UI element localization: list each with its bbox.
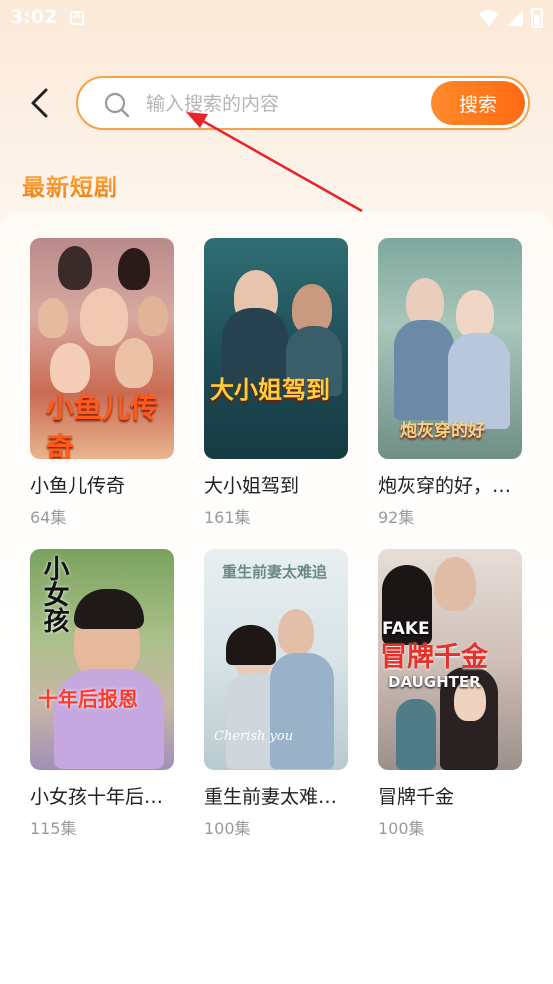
drama-card[interactable]: FAKE 冒牌千金 DAUGHTER 冒牌千金 100集 [378,549,524,839]
drama-title: 小鱼儿传奇 [30,475,126,497]
battery-icon [531,8,543,28]
poster-title: 炮灰穿的好 [400,421,485,441]
notification-a-icon [70,10,84,25]
drama-card[interactable]: 炮灰穿的好 炮灰穿的好，… 92集 [378,238,524,528]
app-screen: 3:02 搜索 最新短剧 [0,0,553,984]
drama-poster: 炮灰穿的好 [378,238,522,459]
drama-episodes: 64集 [30,508,67,527]
drama-episodes: 92集 [378,508,415,527]
poster-title: 冒牌千金 [380,642,488,673]
drama-title: 小女孩十年后… [30,786,164,808]
poster-title-top: 小女孩 [39,555,69,633]
drama-poster: FAKE 冒牌千金 DAUGHTER [378,549,522,770]
drama-poster: 小鱼儿传奇 [30,238,174,459]
search-button[interactable]: 搜索 [431,81,525,125]
drama-title: 冒牌千金 [378,786,455,808]
search-bar: 搜索 [76,76,530,130]
drama-episodes: 100集 [378,819,425,838]
drama-episodes: 161集 [204,508,251,527]
status-icons [479,8,543,28]
poster-title: 小鱼儿传奇 [46,391,159,459]
drama-title: 重生前妻太难… [204,786,338,808]
poster-title: 大小姐驾到 [210,375,330,404]
back-icon[interactable] [24,86,58,120]
drama-poster: 重生前妻太难追 Cherish you [204,549,348,770]
drama-poster: 大小姐驾到 [204,238,348,459]
search-input[interactable] [146,88,426,120]
search-icon [104,92,130,118]
drama-card[interactable]: 大小姐驾到 大小姐驾到 161集 [204,238,350,528]
drama-episodes: 115集 [30,819,77,838]
poster-title: 重生前妻太难追 [222,563,328,581]
poster-title-bottom: 十年后报恩 [38,687,138,711]
drama-episodes: 100集 [204,819,251,838]
wifi-icon [479,10,499,26]
signal-icon [507,10,523,26]
poster-title-en-bottom: DAUGHTER [388,673,481,691]
status-bar: 3:02 [0,0,553,36]
drama-card[interactable]: 小鱼儿传奇 小鱼儿传奇 64集 [30,238,176,528]
drama-poster: 小女孩 十年后报恩 [30,549,174,770]
status-time: 3:02 [10,6,58,28]
section-title: 最新短剧 [22,168,118,202]
drama-card[interactable]: 小女孩 十年后报恩 小女孩十年后… 115集 [30,549,176,839]
poster-subtitle: Cherish you [214,729,294,744]
drama-title: 炮灰穿的好，… [378,475,512,497]
drama-card[interactable]: 重生前妻太难追 Cherish you 重生前妻太难… 100集 [204,549,350,839]
drama-title: 大小姐驾到 [204,475,300,497]
